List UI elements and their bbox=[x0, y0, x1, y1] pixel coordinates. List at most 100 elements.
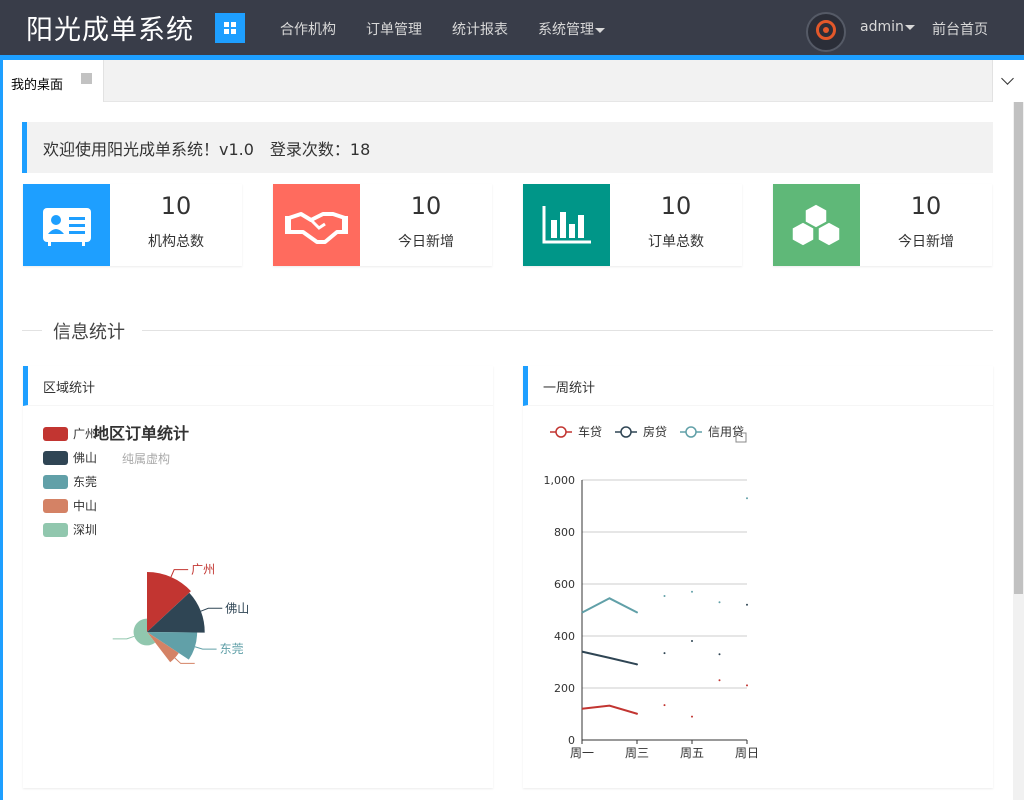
nav-item-partner[interactable]: 合作机构 bbox=[280, 19, 336, 39]
weekly-panel: 一周统计 车贷 房贷 信用贷 0 200 400 600 800 1,000 周一 周三 周五 周日 bbox=[523, 366, 993, 788]
section-divider bbox=[22, 330, 42, 331]
data-point bbox=[718, 679, 721, 682]
data-point bbox=[691, 715, 693, 718]
data-point bbox=[746, 497, 748, 500]
series-line bbox=[581, 597, 638, 614]
x-tick-label: 周一 bbox=[570, 746, 594, 760]
user-name: admin bbox=[860, 19, 904, 35]
stat-label: 订单总数 bbox=[648, 234, 704, 250]
region-panel: 区域统计 广州 佛山 东莞 中山 深圳 地区订单统计 纯属虚构 广州 佛山 东莞 bbox=[23, 366, 493, 788]
left-accent-border bbox=[0, 60, 3, 800]
y-tick-label: 1,000 bbox=[544, 474, 576, 487]
y-tick-label: 600 bbox=[554, 578, 575, 591]
chevron-down-icon bbox=[904, 24, 915, 30]
legend-swatch bbox=[43, 427, 68, 441]
stat-card-today-new[interactable]: 10 今日新增 bbox=[273, 184, 492, 266]
weekly-panel-title: 一周统计 bbox=[543, 381, 596, 396]
close-icon[interactable] bbox=[81, 73, 92, 84]
data-point bbox=[663, 652, 666, 655]
contact-card-icon bbox=[23, 184, 110, 266]
front-page-link[interactable]: 前台首页 bbox=[932, 19, 988, 39]
section-divider bbox=[142, 330, 993, 331]
stat-card-orders[interactable]: 10 订单总数 bbox=[523, 184, 742, 266]
legend-swatch bbox=[43, 499, 68, 513]
data-point bbox=[691, 639, 693, 642]
top-header: 阳光成单系统 合作机构 订单管理 统计报表 系统管理 admin 前台首页 bbox=[0, 0, 1024, 55]
legend-marker bbox=[620, 426, 632, 438]
scrollbar-thumb[interactable] bbox=[1014, 102, 1023, 594]
chevron-down-icon bbox=[595, 27, 605, 33]
user-menu[interactable]: admin bbox=[860, 19, 915, 35]
stat-value: 10 bbox=[910, 192, 942, 220]
pie-label-line bbox=[194, 646, 217, 650]
legend-item: 车贷 bbox=[578, 424, 602, 439]
section-title: 信息统计 bbox=[53, 322, 125, 343]
data-point bbox=[691, 590, 693, 593]
legend-swatch bbox=[43, 451, 68, 465]
menu-toggle-icon[interactable] bbox=[215, 13, 245, 43]
data-point bbox=[746, 603, 748, 606]
pie-slice-label: 广州 bbox=[191, 563, 215, 577]
y-tick-label: 400 bbox=[554, 630, 575, 643]
stat-value: 10 bbox=[160, 192, 192, 220]
stat-card-today-new-2[interactable]: 10 今日新增 bbox=[773, 184, 992, 266]
y-tick-label: 800 bbox=[554, 526, 575, 539]
region-panel-header: 区域统计 bbox=[23, 366, 493, 406]
legend-item: 深圳 bbox=[73, 523, 97, 537]
legend-swatch bbox=[43, 475, 68, 489]
tab-menu-button[interactable] bbox=[992, 60, 1024, 102]
series-line bbox=[581, 704, 638, 715]
series-line bbox=[581, 650, 638, 666]
pie-label-line bbox=[170, 569, 189, 578]
tab-bar: 我的桌面 bbox=[3, 60, 1024, 102]
pie-slice-label: 佛山 bbox=[225, 601, 249, 615]
legend-item: 中山 bbox=[73, 498, 97, 513]
x-tick-label: 周五 bbox=[680, 746, 704, 760]
legend-item: 房贷 bbox=[643, 424, 667, 439]
weekly-line-chart[interactable]: 车贷 房贷 信用贷02004006008001,000周一 周三 周五 周日 bbox=[523, 406, 993, 788]
pie-label-line bbox=[174, 657, 195, 664]
data-point bbox=[663, 704, 666, 707]
legend-item: 东莞 bbox=[73, 475, 97, 489]
legend-item: 信用贷 bbox=[708, 425, 744, 439]
data-point bbox=[636, 611, 638, 614]
pie-label-line bbox=[200, 607, 223, 612]
data-point bbox=[718, 653, 721, 656]
legend-marker bbox=[555, 426, 567, 438]
legend-marker bbox=[685, 426, 697, 438]
region-pie-chart[interactable]: 广州佛山东莞中山深圳地区订单统计纯属虚构广州佛山东莞 bbox=[23, 406, 493, 788]
stat-label: 今日新增 bbox=[398, 234, 454, 250]
stat-label: 机构总数 bbox=[148, 234, 204, 250]
tab-my-desktop[interactable]: 我的桌面 bbox=[3, 60, 104, 102]
nav-item-system-label: 系统管理 bbox=[538, 22, 594, 38]
stat-value: 10 bbox=[410, 192, 442, 220]
bar-chart-icon bbox=[523, 184, 610, 266]
stat-card-institutions[interactable]: 10 机构总数 bbox=[23, 184, 242, 266]
welcome-banner: 欢迎使用阳光成单系统！v1.0 登录次数：18 bbox=[22, 122, 993, 173]
chart-subtitle: 纯属虚构 bbox=[122, 451, 170, 466]
data-point bbox=[636, 663, 638, 666]
cubes-icon bbox=[773, 184, 860, 266]
app-logo-title[interactable]: 阳光成单系统 bbox=[26, 8, 194, 47]
stat-value: 10 bbox=[660, 192, 692, 220]
x-tick-label: 周日 bbox=[735, 746, 759, 760]
nav-item-orders[interactable]: 订单管理 bbox=[366, 19, 422, 39]
data-point bbox=[718, 601, 721, 604]
x-tick-label: 周三 bbox=[625, 746, 649, 760]
chart-title: 地区订单统计 bbox=[93, 424, 189, 443]
weekly-panel-header: 一周统计 bbox=[523, 366, 993, 406]
pie-slice-label: 东莞 bbox=[220, 642, 244, 656]
legend-swatch bbox=[43, 523, 68, 537]
stat-label: 今日新增 bbox=[898, 234, 954, 250]
nav-item-reports[interactable]: 统计报表 bbox=[452, 19, 508, 39]
y-tick-label: 200 bbox=[554, 682, 575, 695]
legend-item: 佛山 bbox=[73, 451, 97, 465]
welcome-text: 欢迎使用阳光成单系统！v1.0 登录次数：18 bbox=[43, 140, 371, 159]
data-point bbox=[663, 594, 666, 597]
region-panel-title: 区域统计 bbox=[43, 381, 96, 396]
pie-label-line bbox=[112, 635, 135, 640]
avatar[interactable] bbox=[806, 12, 846, 52]
nav-item-system[interactable]: 系统管理 bbox=[538, 19, 605, 39]
handshake-icon bbox=[273, 184, 360, 266]
data-point bbox=[636, 712, 638, 715]
